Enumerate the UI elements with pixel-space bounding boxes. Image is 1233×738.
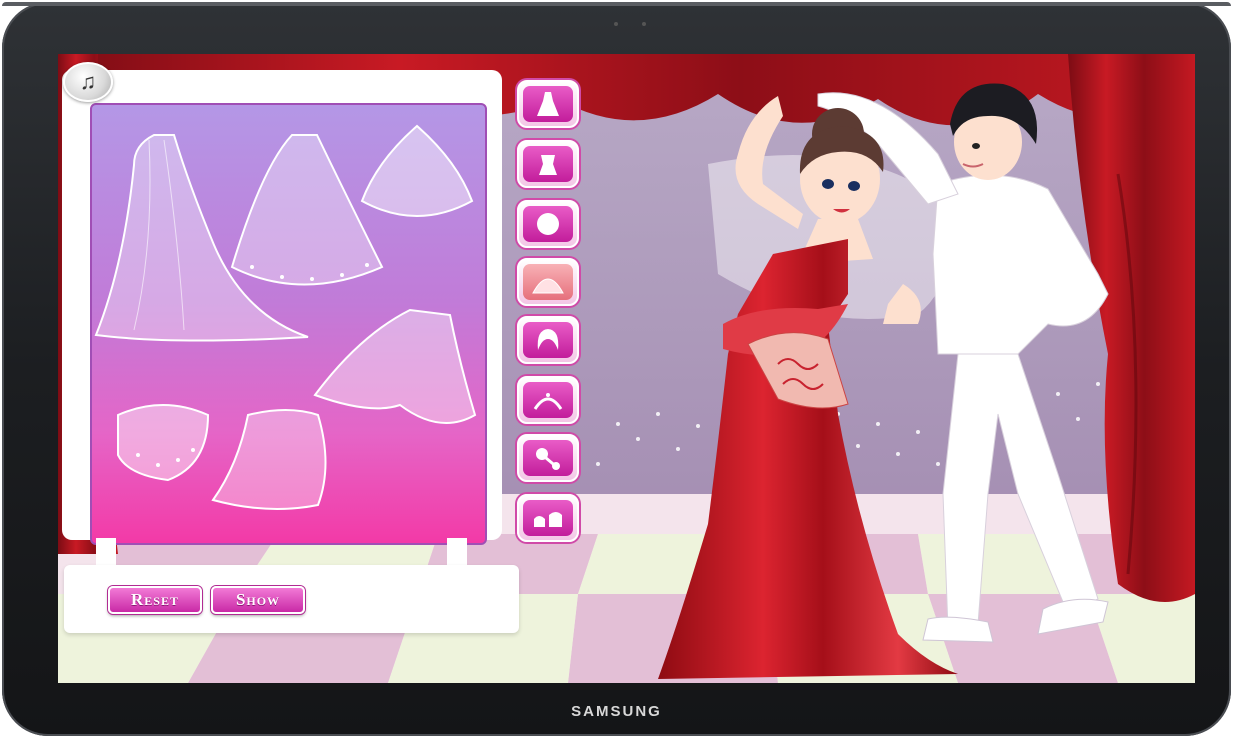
hairstyle-icon [537, 329, 559, 350]
veil-icon [532, 278, 564, 294]
sensor [642, 22, 646, 26]
tiara-icon [533, 393, 563, 410]
wardrobe-panel [62, 70, 502, 598]
veil-option-short-tulle[interactable] [357, 121, 477, 231]
front-camera [614, 22, 618, 26]
veil-options-grid [90, 103, 487, 545]
tablet-rim [2, 2, 1231, 6]
music-note-icon: ♫ [79, 69, 97, 94]
corset-top-icon [539, 155, 557, 175]
category-hair-button[interactable] [517, 200, 579, 248]
device-brand-label: SAMSUNG [571, 703, 662, 720]
veil-option-layered[interactable] [208, 405, 338, 515]
music-toggle-button[interactable]: ♫ [63, 62, 113, 102]
reset-button[interactable]: Reset [108, 586, 202, 614]
dress-icon [537, 92, 559, 116]
category-shoes-button[interactable] [517, 494, 579, 542]
shoes-icon [534, 512, 562, 527]
veil-option-dotted[interactable] [108, 395, 218, 485]
category-bouquets-button[interactable] [517, 434, 579, 482]
game-screen: ♫ Reset Show [58, 54, 1195, 683]
bouquet-icon [536, 448, 560, 470]
category-dresses-button[interactable] [517, 80, 579, 128]
category-tiaras-button[interactable] [517, 376, 579, 424]
hair-bun-icon [537, 213, 559, 235]
category-hairstyles-button[interactable] [517, 316, 579, 364]
show-button[interactable]: Show [211, 586, 305, 614]
category-veils-button[interactable] [517, 258, 579, 306]
category-tops-button[interactable] [517, 140, 579, 188]
